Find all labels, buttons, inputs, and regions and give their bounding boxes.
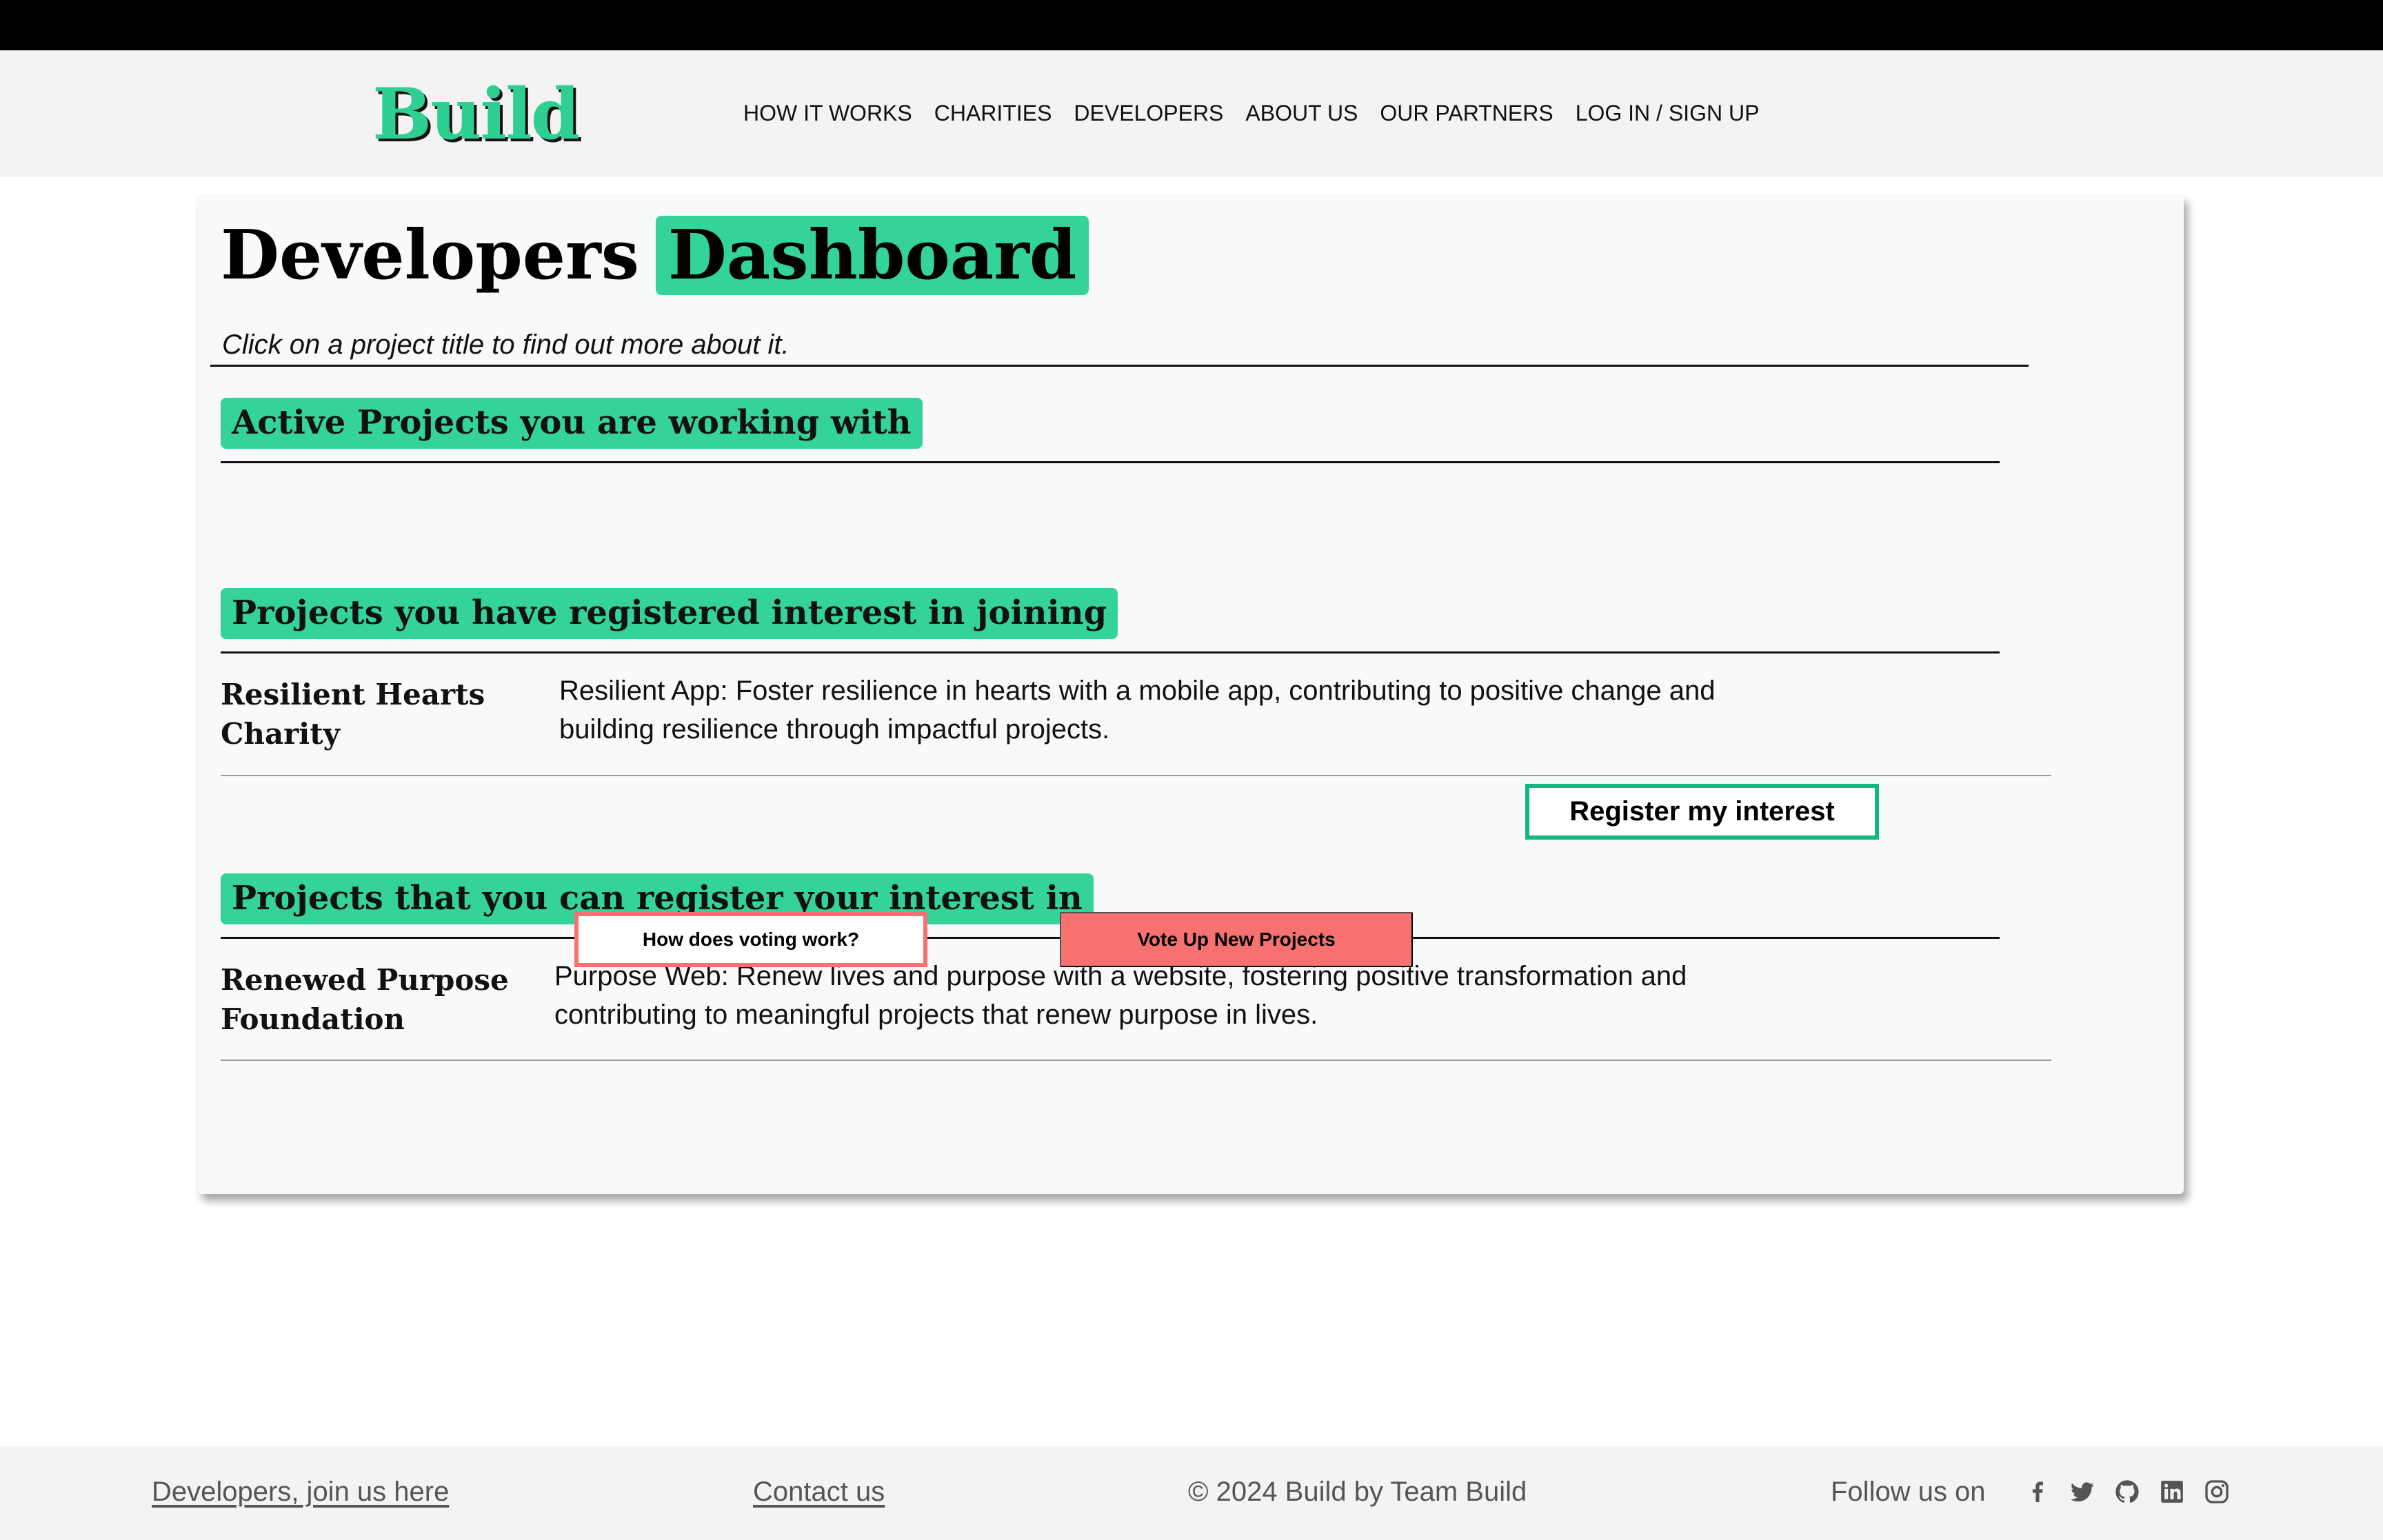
developers-join-link[interactable]: Developers, join us here (152, 1477, 449, 1508)
github-icon[interactable] (2112, 1477, 2142, 1507)
nav-about-us[interactable]: ABOUT US (1245, 102, 1358, 124)
registered-project-description[interactable]: Resilient App: Foster resilience in hear… (559, 671, 1731, 749)
page-title: Developers Dashboard (221, 215, 1089, 296)
follow-us-label: Follow us on (1831, 1477, 1986, 1507)
contact-link[interactable]: Contact us (753, 1477, 885, 1508)
site-footer: Developers, join us here Contact us © 20… (0, 1446, 2383, 1540)
registered-projects-heading: Projects you have registered interest in… (221, 588, 1118, 639)
linkedin-icon[interactable] (2157, 1477, 2187, 1507)
page-title-highlight: Dashboard (655, 216, 1089, 295)
main-nav: HOW IT WORKS CHARITIES DEVELOPERS ABOUT … (743, 102, 1781, 124)
facebook-icon[interactable] (2022, 1477, 2053, 1507)
available-charity-name[interactable]: Renewed Purpose Foundation (221, 960, 510, 1039)
active-projects-heading: Active Projects you are working with (221, 398, 923, 449)
twitter-icon[interactable] (2067, 1477, 2098, 1507)
social-icons (2022, 1477, 2246, 1507)
nav-login-signup[interactable]: LOG IN / SIGN UP (1576, 102, 1760, 124)
page-subtitle: Click on a project title to find out mor… (222, 330, 790, 360)
voting-info-button[interactable]: How does voting work? (574, 912, 927, 967)
instagram-icon[interactable] (2202, 1477, 2232, 1507)
dashboard-card: Developers Dashboard Click on a project t… (198, 194, 2184, 1194)
subtitle-divider (210, 365, 2029, 367)
registered-projects-divider (221, 651, 2000, 654)
registered-row-divider (221, 775, 2051, 776)
nav-our-partners[interactable]: OUR PARTNERS (1380, 102, 1553, 124)
available-row-divider (221, 1060, 2051, 1061)
nav-charities[interactable]: CHARITIES (934, 102, 1052, 124)
vote-up-button[interactable]: Vote Up New Projects (1060, 912, 1413, 967)
nav-how-it-works[interactable]: HOW IT WORKS (743, 102, 912, 124)
register-interest-button[interactable]: Register my interest (1525, 784, 1879, 840)
copyright-text: © 2024 Build by Team Build (1188, 1477, 1527, 1507)
brand-logo[interactable]: Build (372, 72, 580, 156)
registered-charity-name[interactable]: Resilient Hearts Charity (221, 675, 510, 753)
top-black-bar (0, 0, 2383, 50)
nav-developers[interactable]: DEVELOPERS (1074, 102, 1223, 124)
page-title-main: Developers (221, 216, 639, 295)
site-header: Build HOW IT WORKS CHARITIES DEVELOPERS … (0, 50, 2383, 177)
active-projects-divider (221, 461, 2000, 463)
available-project-description[interactable]: Purpose Web: Renew lives and purpose wit… (554, 957, 1727, 1034)
